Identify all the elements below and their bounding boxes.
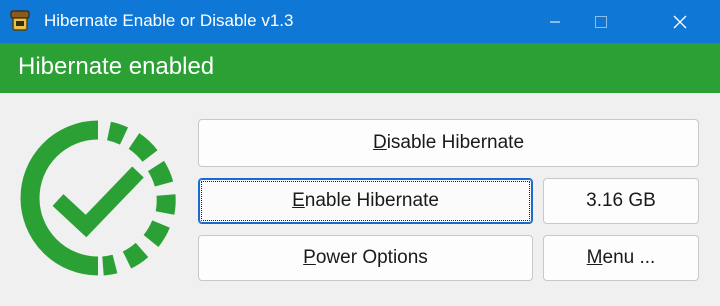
disable-hibernate-button[interactable]: Disable Hibernate [198,119,699,167]
status-text: Hibernate enabled [18,53,215,80]
app-window: Hibernate Enable or Disable v1.3 Hiberna… [0,0,720,306]
hiberfile-size-button[interactable]: 3.16 GB [543,178,699,224]
enable-hibernate-button[interactable]: Enable Hibernate [198,178,533,224]
menu-label: enu ... [602,247,656,268]
hiberfile-size-label: 3.16 GB [586,190,656,211]
close-icon [673,15,687,28]
status-banner: Hibernate enabled [0,43,720,93]
minimize-icon [550,21,560,22]
app-icon [10,10,30,31]
disable-label: isable Hibernate [386,132,525,153]
maximize-icon [595,15,607,28]
close-button[interactable] [657,0,703,43]
title-bar[interactable]: Hibernate Enable or Disable v1.3 [0,0,720,43]
window-title: Hibernate Enable or Disable v1.3 [44,11,294,30]
enable-label: nable Hibernate [304,190,439,211]
minimize-button[interactable] [532,0,578,43]
power-options-button[interactable]: Power Options [198,235,533,281]
menu-mnemonic: M [586,247,603,268]
power-mnemonic: P [303,247,316,268]
maximize-button[interactable] [578,0,624,43]
disable-mnemonic: D [372,132,387,153]
menu-button[interactable]: Menu ... [543,235,699,281]
power-label: ower Options [315,247,428,268]
enable-mnemonic: E [292,190,305,211]
check-gauge-icon [20,120,176,276]
